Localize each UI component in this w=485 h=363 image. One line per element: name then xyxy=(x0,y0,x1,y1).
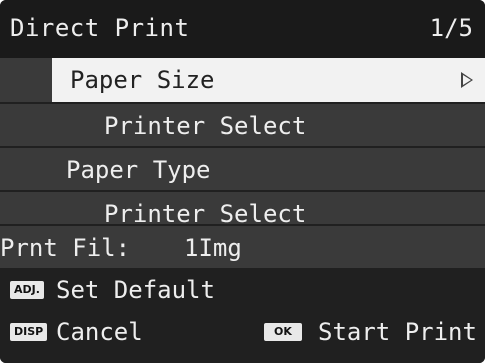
paper-size-label: Paper Size xyxy=(70,66,215,94)
menu-item-paper-type[interactable]: Paper Type xyxy=(0,146,485,192)
page-indicator: 1/5 xyxy=(429,14,473,42)
adj-button-badge: ADJ. xyxy=(10,281,44,299)
cancel-label: Cancel xyxy=(56,318,143,346)
start-print-label: Start Print xyxy=(318,318,477,346)
page-title: Direct Print xyxy=(10,14,190,42)
set-default-label: Set Default xyxy=(56,276,215,304)
title-bar: Direct Print 1/5 xyxy=(0,0,485,58)
button-guide: ADJ. Set Default DISP Cancel OK Start Pr… xyxy=(0,268,485,363)
menu-item-print-file: Prnt Fil: 1Img xyxy=(0,224,485,270)
menu-row-paper-size-value[interactable]: Printer Select xyxy=(0,102,485,148)
camera-screen: Direct Print 1/5 Paper Size Printer Sele… xyxy=(0,0,485,363)
paper-size-value: Printer Select xyxy=(104,112,307,140)
disp-button-badge: DISP xyxy=(10,323,48,341)
chevron-right-icon-inner xyxy=(463,75,471,85)
print-file-label: Prnt Fil: xyxy=(0,234,131,262)
print-file-value: 1Img xyxy=(184,234,242,262)
menu-item-paper-size[interactable]: Paper Size xyxy=(52,58,485,102)
ok-button-badge: OK xyxy=(264,323,302,341)
paper-type-label: Paper Type xyxy=(66,156,211,184)
